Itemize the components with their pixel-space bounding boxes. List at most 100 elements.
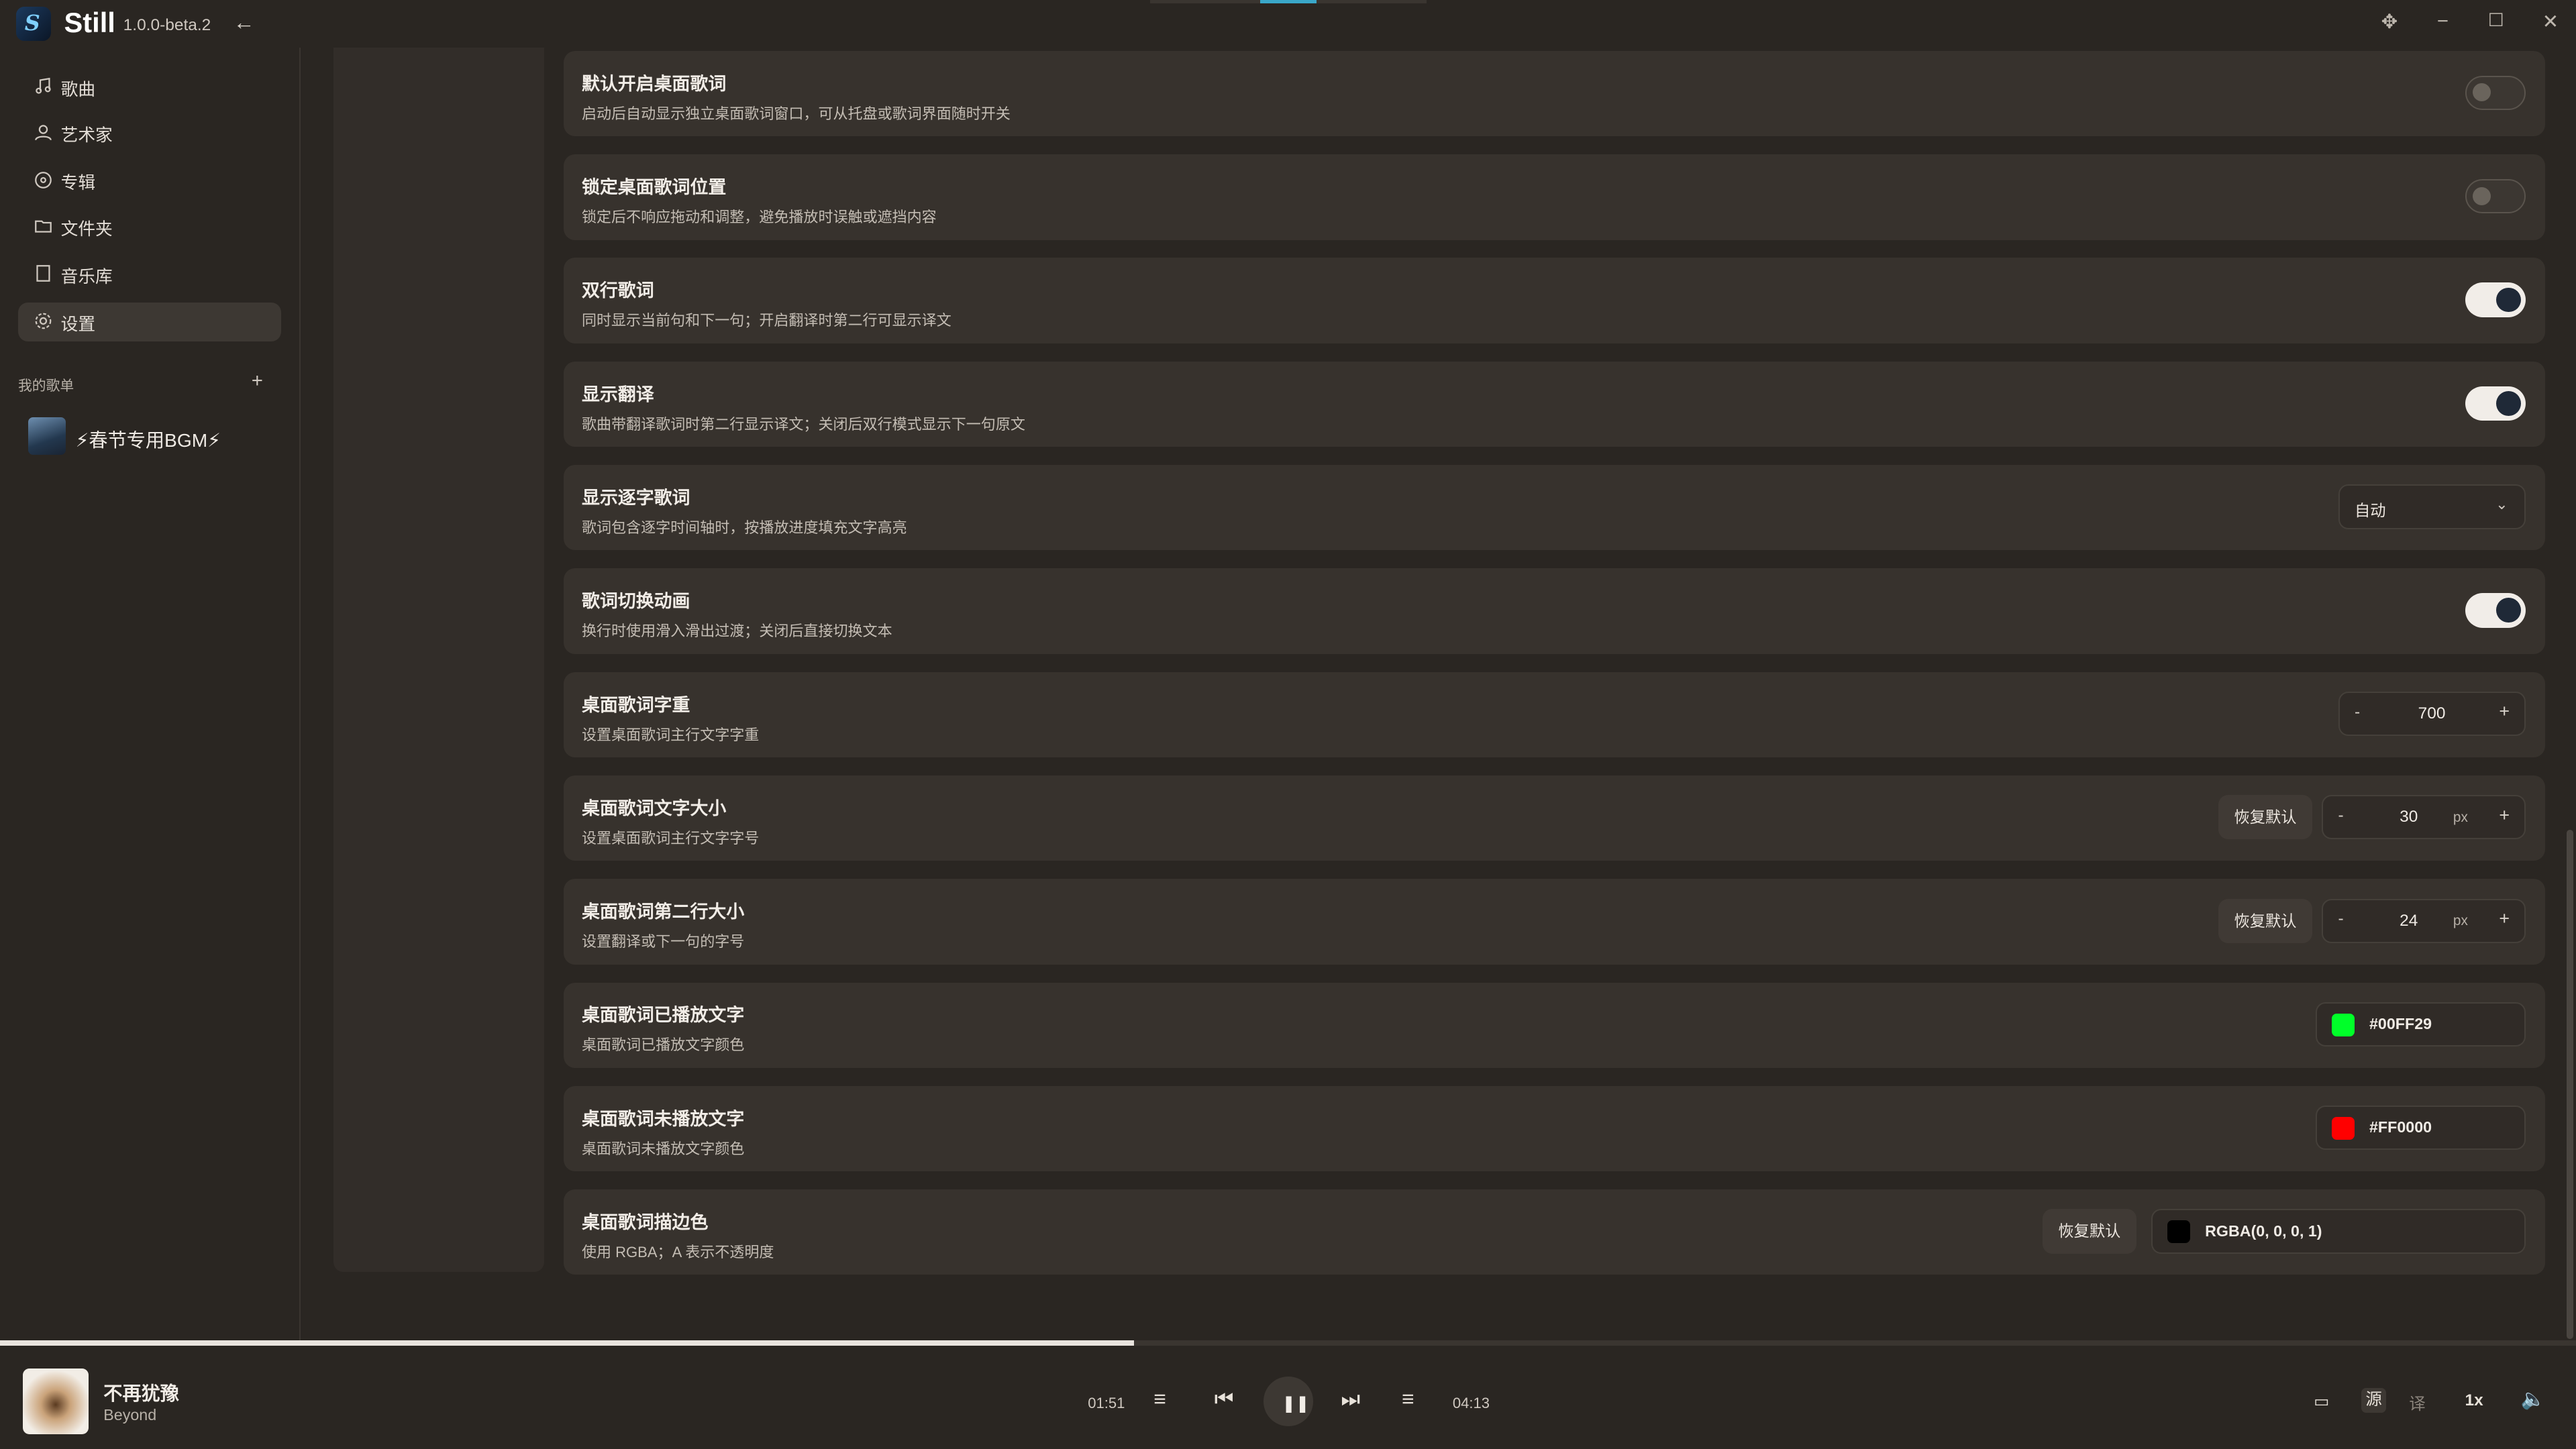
sidebar-item-label: 设置 [60, 315, 96, 334]
toggle-switch[interactable] [2465, 282, 2526, 317]
app-name: Still [64, 6, 115, 38]
setting-desc: 歌词包含逐字时间轴时，按播放进度填充文字高亮 [581, 519, 907, 536]
word-lyrics-select[interactable]: 自动 ⌄ [2338, 484, 2526, 529]
sidebar-item-songs[interactable]: 歌曲 [18, 67, 281, 107]
add-playlist-icon[interactable]: + [252, 370, 263, 392]
library-icon [36, 265, 50, 282]
decrement-button[interactable]: - [2338, 910, 2343, 928]
color-swatch[interactable] [2167, 1220, 2191, 1244]
setting-row: 歌词切换动画 换行时使用滑入滑出过渡；关闭后直接切换文本 [564, 568, 2546, 654]
unplayed-color-picker[interactable]: #FF0000 [2315, 1106, 2526, 1150]
played-color-picker[interactable]: #00FF29 [2315, 1002, 2526, 1046]
setting-row: 显示逐字歌词 歌词包含逐字时间轴时，按播放进度填充文字高亮 自动 ⌄ [564, 465, 2546, 551]
setting-desc: 桌面歌词已播放文字颜色 [581, 1036, 745, 1054]
lyrics-icon[interactable]: ▭ [2314, 1391, 2329, 1411]
volume-icon[interactable]: 🔈 [2521, 1388, 2546, 1411]
second-line-size-stepper[interactable]: - 24 px + [2322, 898, 2526, 943]
sidebar-item-label: 音乐库 [60, 267, 113, 286]
stroke-color-picker[interactable]: RGBA(0, 0, 0, 1) [2151, 1209, 2526, 1254]
playlist-queue-icon[interactable]: ≡ [1153, 1387, 1166, 1411]
sidebar-item-label: 艺术家 [60, 126, 113, 146]
setting-title: 桌面歌词未播放文字 [581, 1108, 745, 1129]
playlist-item[interactable]: ⚡春节专用BGM⚡ [28, 417, 291, 457]
player-bar: 不再犹豫 Beyond 01:51 ≡ ⏮ ❚❚ ⏭ ≡ 04:13 ▭ 源 译… [0, 1345, 2576, 1449]
back-arrow-icon[interactable]: ← [234, 10, 255, 35]
chevron-down-icon: ⌄ [2495, 496, 2508, 513]
toggle-switch[interactable] [2465, 593, 2526, 628]
pause-button[interactable]: ❚❚ [1264, 1377, 1313, 1426]
playlist-cover [28, 417, 66, 455]
maximize-icon[interactable]: ☐ [2488, 10, 2504, 31]
setting-title: 桌面歌词已播放文字 [581, 1005, 745, 1026]
increment-button[interactable]: + [2499, 805, 2510, 826]
playlist-name: ⚡春节专用BGM⚡ [75, 430, 221, 451]
minimize-icon[interactable]: − [2437, 10, 2449, 33]
stepper-value[interactable]: 24 [2373, 912, 2445, 930]
setting-row: 桌面歌词未播放文字 桌面歌词未播放文字颜色 #FF0000 [564, 1085, 2546, 1172]
toggle-switch[interactable] [2465, 178, 2526, 214]
reset-default-button[interactable]: 恢复默认 [2043, 1209, 2136, 1254]
color-value[interactable]: #00FF29 [2369, 1015, 2432, 1033]
font-weight-stepper[interactable]: - 700 + [2338, 692, 2526, 737]
setting-row: 默认开启桌面歌词 启动后自动显示独立桌面歌词窗口，可从托盘或歌词界面随时开关 [564, 50, 2546, 137]
previous-track-icon[interactable]: ⏮ [1215, 1387, 1234, 1412]
decrement-button[interactable]: - [2338, 806, 2343, 825]
color-value[interactable]: #FF0000 [2369, 1118, 2432, 1136]
setting-title: 双行歌词 [581, 280, 654, 301]
album-cover[interactable] [23, 1368, 89, 1434]
sidebar-item-settings[interactable]: 设置 [17, 302, 281, 342]
setting-row: 桌面歌词第二行大小 设置翻译或下一句的字号 恢复默认 - 24 px + [564, 879, 2546, 965]
play-mode-icon[interactable]: ≡ [1402, 1387, 1414, 1411]
app-logo [16, 6, 51, 42]
sidebar-item-albums[interactable]: 专辑 [18, 161, 281, 201]
source-button[interactable]: 源 [2361, 1388, 2386, 1413]
pause-icon: ❚❚ [1282, 1394, 1310, 1413]
font-size-stepper[interactable]: - 30 px + [2322, 795, 2526, 840]
stepper-value[interactable]: 700 [2395, 704, 2468, 723]
color-value[interactable]: RGBA(0, 0, 0, 1) [2205, 1222, 2322, 1240]
next-track-icon[interactable]: ⏭ [1341, 1387, 1360, 1412]
scrollbar[interactable] [2567, 829, 2574, 1339]
settings-category-panel [333, 48, 544, 1272]
setting-desc: 换行时使用滑入滑出过渡；关闭后直接切换文本 [581, 623, 892, 640]
sidebar-item-label: 专辑 [60, 174, 96, 193]
toggle-switch[interactable] [2465, 386, 2526, 421]
select-value: 自动 [2354, 501, 2386, 519]
stepper-unit: px [2453, 913, 2468, 929]
stepper-value[interactable]: 30 [2373, 808, 2445, 826]
song-title[interactable]: 不再犹豫 [103, 1379, 179, 1406]
speed-button[interactable]: 1x [2465, 1391, 2483, 1410]
translate-button[interactable]: 译 [2409, 1391, 2425, 1415]
playback-progress[interactable] [0, 1340, 2576, 1346]
sidebar-item-artists[interactable]: 艺术家 [18, 113, 281, 153]
sidebar: 歌曲 艺术家 专辑 文件夹 音乐库 设置 我的歌单 + ⚡春节专用BGM⚡ [0, 48, 301, 1341]
toggle-switch[interactable] [2465, 75, 2526, 111]
song-artist[interactable]: Beyond [103, 1406, 156, 1424]
sidebar-item-label: 文件夹 [60, 219, 113, 239]
folder-icon [35, 220, 52, 233]
decrement-button[interactable]: - [2355, 703, 2360, 722]
reset-default-button[interactable]: 恢复默认 [2218, 795, 2312, 840]
setting-desc: 设置桌面歌词主行文字字号 [581, 829, 760, 847]
setting-desc: 桌面歌词未播放文字颜色 [581, 1140, 745, 1157]
gear-icon [35, 313, 52, 329]
app-version: 1.0.0-beta.2 [123, 16, 211, 35]
setting-title: 锁定桌面歌词位置 [581, 177, 727, 198]
setting-desc: 同时显示当前句和下一句；开启翻译时第二行可显示译文 [581, 312, 951, 329]
color-swatch[interactable] [2331, 1013, 2355, 1036]
increment-button[interactable]: + [2499, 908, 2510, 929]
sidebar-item-folders[interactable]: 文件夹 [18, 207, 281, 247]
pin-icon[interactable]: ✥ [2381, 10, 2398, 34]
close-icon[interactable]: ✕ [2542, 10, 2559, 34]
setting-row: 桌面歌词字重 设置桌面歌词主行文字字重 - 700 + [564, 672, 2546, 757]
total-time: 04:13 [1452, 1395, 1490, 1412]
sidebar-item-library[interactable]: 音乐库 [18, 255, 281, 294]
setting-desc: 使用 RGBA；A 表示不透明度 [581, 1243, 774, 1260]
setting-title: 默认开启桌面歌词 [581, 73, 727, 94]
color-swatch[interactable] [2331, 1116, 2355, 1140]
setting-title: 桌面歌词文字大小 [581, 798, 727, 818]
reset-default-button[interactable]: 恢复默认 [2218, 898, 2312, 943]
increment-button[interactable]: + [2499, 701, 2510, 722]
setting-row: 桌面歌词描边色 使用 RGBA；A 表示不透明度 恢复默认 RGBA(0, 0,… [564, 1189, 2546, 1275]
setting-title: 显示逐字歌词 [581, 488, 690, 508]
